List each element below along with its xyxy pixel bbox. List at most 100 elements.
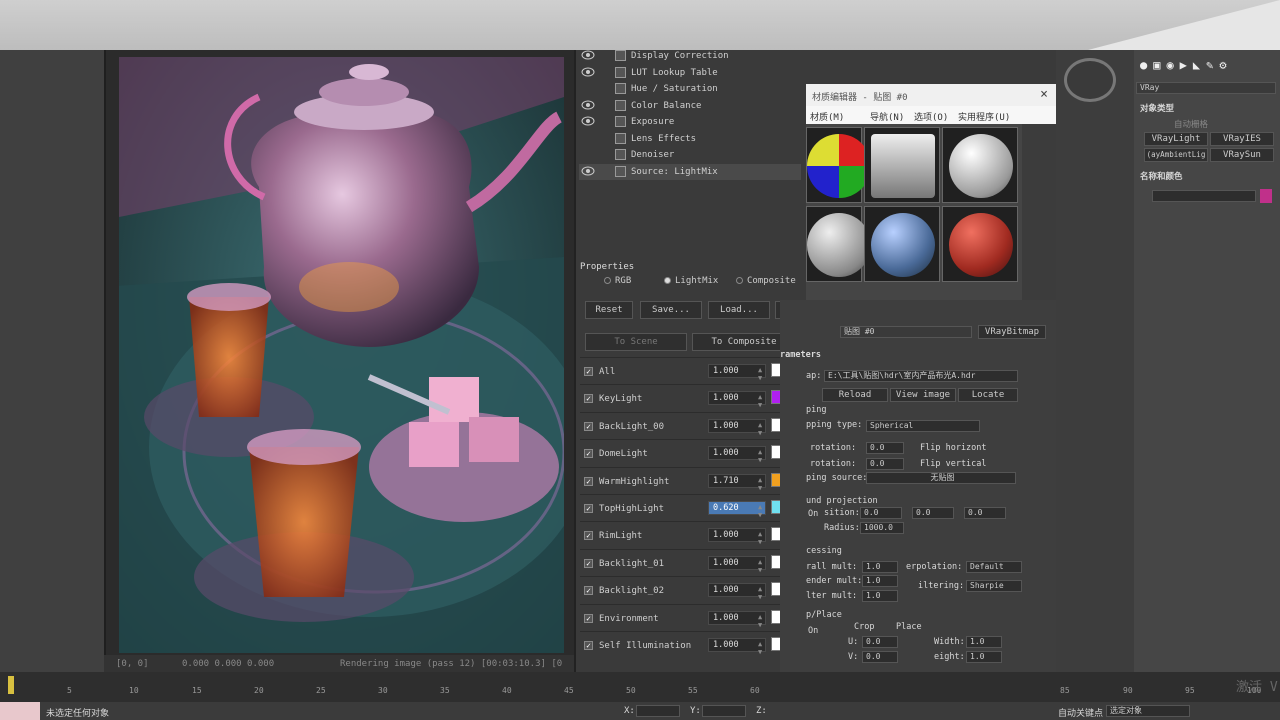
menu-utilities[interactable]: 实用程序(U) xyxy=(958,110,1010,123)
eye-icon[interactable] xyxy=(581,166,595,176)
spinner-icon[interactable]: ▲ ▼ xyxy=(758,613,762,629)
light-enable-checkbox[interactable]: ✓ xyxy=(584,449,593,459)
mode-rgb[interactable]: RGB xyxy=(604,276,631,286)
locate-button[interactable]: Locate xyxy=(958,388,1018,402)
auto-key-button[interactable]: 自动关键点 xyxy=(1058,706,1103,719)
command-toolbar xyxy=(1056,50,1134,672)
layer-row[interactable]: Source: LightMix xyxy=(579,163,801,180)
light-enable-checkbox[interactable]: ✓ xyxy=(584,367,593,376)
width-field[interactable]: 1.0 xyxy=(966,636,1002,648)
material-slot-6[interactable] xyxy=(942,206,1018,282)
y-coord-field[interactable] xyxy=(702,705,746,717)
timeline[interactable]: 5 10 15 20 25 30 35 40 45 50 55 60 85 90 95 100 xyxy=(0,672,1280,702)
to-scene-button[interactable]: To Scene xyxy=(585,333,687,351)
map-name-field[interactable]: 贴图 #0 xyxy=(840,326,972,338)
spinner-icon[interactable]: ▲ ▼ xyxy=(758,448,762,464)
layer-row[interactable]: Denoiser xyxy=(579,147,801,163)
flip-vertical-check[interactable]: Flip vertical xyxy=(920,459,987,469)
light-enable-checkbox[interactable]: ✓ xyxy=(584,613,593,623)
vrayambientlight-button[interactable]: (ayAmbientLig xyxy=(1144,148,1208,162)
layer-row[interactable]: LUT Lookup Table xyxy=(579,65,801,81)
mapping-type-dropdown[interactable]: Spherical xyxy=(866,420,980,432)
auto-grid-check[interactable]: 自动栅格 xyxy=(1174,118,1208,130)
mode-composite[interactable]: Composite xyxy=(736,276,796,286)
v-rotation-field[interactable]: 0.0 xyxy=(866,458,904,470)
eye-icon[interactable] xyxy=(581,100,595,110)
time-slider[interactable] xyxy=(8,676,14,694)
x-coord-field[interactable] xyxy=(636,705,680,717)
spinner-icon[interactable]: ▲ ▼ xyxy=(758,585,762,601)
radius-field[interactable]: 1000.0 xyxy=(860,522,904,534)
v-field[interactable]: 0.0 xyxy=(862,651,898,663)
object-color-swatch[interactable] xyxy=(1260,189,1272,203)
material-slot-5[interactable] xyxy=(864,206,940,282)
category-dropdown[interactable]: VRay xyxy=(1136,82,1276,94)
material-slot-1[interactable] xyxy=(806,127,871,203)
flip-horizontal-check[interactable]: Flip horizont xyxy=(920,443,987,453)
spinner-icon[interactable]: ▲ ▼ xyxy=(758,530,762,546)
map-type-button[interactable]: VRayBitmap xyxy=(978,325,1046,339)
light-enable-checkbox[interactable]: ✓ xyxy=(584,394,593,404)
overall-mult-field[interactable]: 1.0 xyxy=(862,561,898,573)
maxscript-listener[interactable] xyxy=(0,702,40,720)
vrayies-button[interactable]: VRayIES xyxy=(1210,132,1274,146)
height-field[interactable]: 1.0 xyxy=(966,651,1002,663)
mode-lightmix[interactable]: LightMix xyxy=(664,276,718,286)
vraysun-button[interactable]: VRaySun xyxy=(1210,148,1274,162)
load-button[interactable]: Load... xyxy=(708,301,770,319)
eye-icon[interactable] xyxy=(581,50,595,60)
layer-row[interactable]: Color Balance xyxy=(579,98,801,114)
mapping-source-field[interactable]: 无贴图 xyxy=(866,472,1016,484)
layer-row[interactable]: Exposure xyxy=(579,114,801,130)
spinner-icon[interactable]: ▲ ▼ xyxy=(758,640,762,656)
position-y-field[interactable]: 0.0 xyxy=(912,507,954,519)
filter-mult-field[interactable]: 1.0 xyxy=(862,590,898,602)
position-x-field[interactable]: 0.0 xyxy=(860,507,902,519)
layer-row[interactable]: Display Correction xyxy=(579,48,801,64)
reset-button[interactable]: Reset xyxy=(585,301,633,319)
light-enable-checkbox[interactable]: ✓ xyxy=(584,586,593,596)
vraylight-button[interactable]: VRayLight xyxy=(1144,132,1208,146)
object-name-field[interactable] xyxy=(1152,190,1256,202)
view-image-button[interactable]: View image xyxy=(890,388,956,402)
spinner-icon[interactable]: ▲ ▼ xyxy=(758,558,762,574)
layer-icon xyxy=(615,99,626,111)
material-slot-2[interactable] xyxy=(864,127,940,203)
crop-radio[interactable]: Crop xyxy=(854,622,874,632)
spinner-icon[interactable]: ▲ ▼ xyxy=(758,366,762,382)
eye-icon[interactable] xyxy=(581,67,595,77)
interpolation-dropdown[interactable]: Default xyxy=(966,561,1022,573)
menu-options[interactable]: 选项(O) xyxy=(914,110,948,123)
viewcube[interactable] xyxy=(1064,58,1116,102)
close-icon[interactable]: × xyxy=(1040,87,1048,102)
spinner-icon[interactable]: ▲ ▼ xyxy=(758,503,762,519)
material-slot-3[interactable] xyxy=(942,127,1018,203)
menu-navigation[interactable]: 导航(N) xyxy=(870,110,904,123)
material-slot-4[interactable] xyxy=(806,206,871,282)
layer-row[interactable]: Lens Effects xyxy=(579,131,801,147)
place-radio[interactable]: Place xyxy=(896,622,922,632)
eye-icon[interactable] xyxy=(581,116,595,126)
menu-material[interactable]: 材质(M) xyxy=(810,110,844,123)
reload-button[interactable]: Reload xyxy=(822,388,888,402)
spinner-icon[interactable]: ▲ ▼ xyxy=(758,421,762,437)
light-enable-checkbox[interactable]: ✓ xyxy=(584,641,593,650)
spinner-icon[interactable]: ▲ ▼ xyxy=(758,476,762,492)
save-button[interactable]: Save... xyxy=(640,301,702,319)
selected-objects-dropdown[interactable]: 选定对象 xyxy=(1106,705,1190,717)
filtering-dropdown[interactable]: Sharpie xyxy=(966,580,1022,592)
u-field[interactable]: 0.0 xyxy=(862,636,898,648)
x-label: X: xyxy=(624,706,635,716)
h-rotation-field[interactable]: 0.0 xyxy=(866,442,904,454)
light-enable-checkbox[interactable]: ✓ xyxy=(584,531,593,541)
command-tab-icons[interactable]: ●▣◉▶◣✎⚙ xyxy=(1140,58,1233,72)
render-mult-field[interactable]: 1.0 xyxy=(862,575,898,587)
light-enable-checkbox[interactable]: ✓ xyxy=(584,476,593,486)
light-enable-checkbox[interactable]: ✓ xyxy=(584,558,593,568)
spinner-icon[interactable]: ▲ ▼ xyxy=(758,393,762,409)
light-enable-checkbox[interactable]: ✓ xyxy=(584,421,593,431)
map-path-field[interactable]: E:\工具\贴图\hdr\室内产品布光A.hdr xyxy=(824,370,1018,382)
layer-row[interactable]: Hue / Saturation xyxy=(579,81,801,97)
position-z-field[interactable]: 0.0 xyxy=(964,507,1006,519)
light-enable-checkbox[interactable]: ✓ xyxy=(584,504,593,513)
